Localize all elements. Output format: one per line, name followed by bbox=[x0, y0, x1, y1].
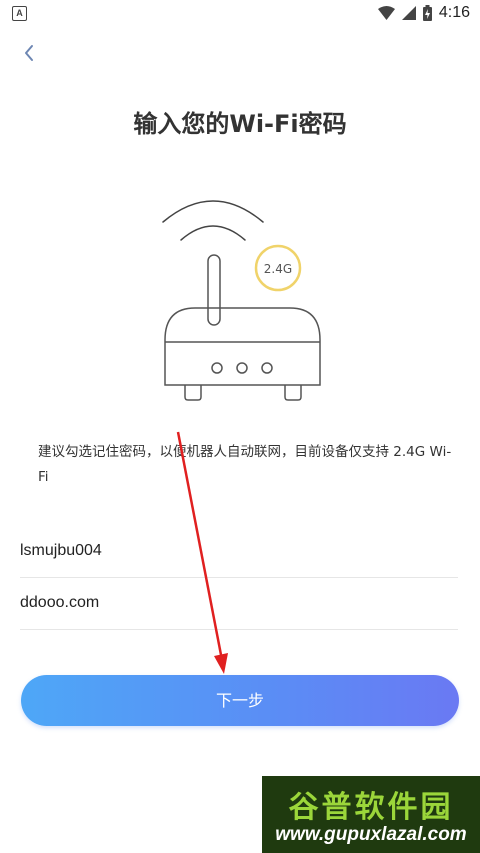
status-bar: A 4:16 bbox=[0, 0, 480, 27]
watermark-brand: 谷普软件园 bbox=[288, 790, 454, 825]
ssid-field[interactable]: lsmujbu004 bbox=[20, 525, 458, 578]
router-illustration: 2.4G bbox=[162, 200, 321, 401]
password-field[interactable]: ddooo.com bbox=[20, 577, 458, 630]
app-notification-icon: A bbox=[12, 6, 27, 21]
next-button[interactable]: 下一步 bbox=[21, 675, 459, 726]
badge-label: 2.4G bbox=[264, 262, 292, 276]
battery-icon bbox=[422, 5, 432, 21]
ssid-value: lsmujbu004 bbox=[20, 542, 102, 559]
password-value: ddooo.com bbox=[20, 594, 100, 611]
status-time: 4:16 bbox=[438, 4, 470, 21]
hint-text: 建议勾选记住密码，以便机器人自动联网，目前设备仅支持 2.4G Wi-Fi bbox=[38, 444, 452, 485]
wifi-icon bbox=[377, 6, 395, 20]
wifi-waves-icon bbox=[162, 200, 264, 241]
back-button[interactable] bbox=[20, 40, 42, 66]
frequency-badge: 2.4G bbox=[254, 244, 302, 292]
signal-icon bbox=[401, 6, 416, 20]
watermark-url: www.gupuxlazal.com bbox=[275, 824, 467, 845]
watermark: 谷普软件园 www.gupuxlazal.com bbox=[262, 776, 480, 853]
page-title: 输入您的Wi-Fi密码 bbox=[133, 110, 347, 138]
status-icons: 4:16 bbox=[377, 3, 470, 23]
chevron-left-icon bbox=[25, 45, 33, 61]
